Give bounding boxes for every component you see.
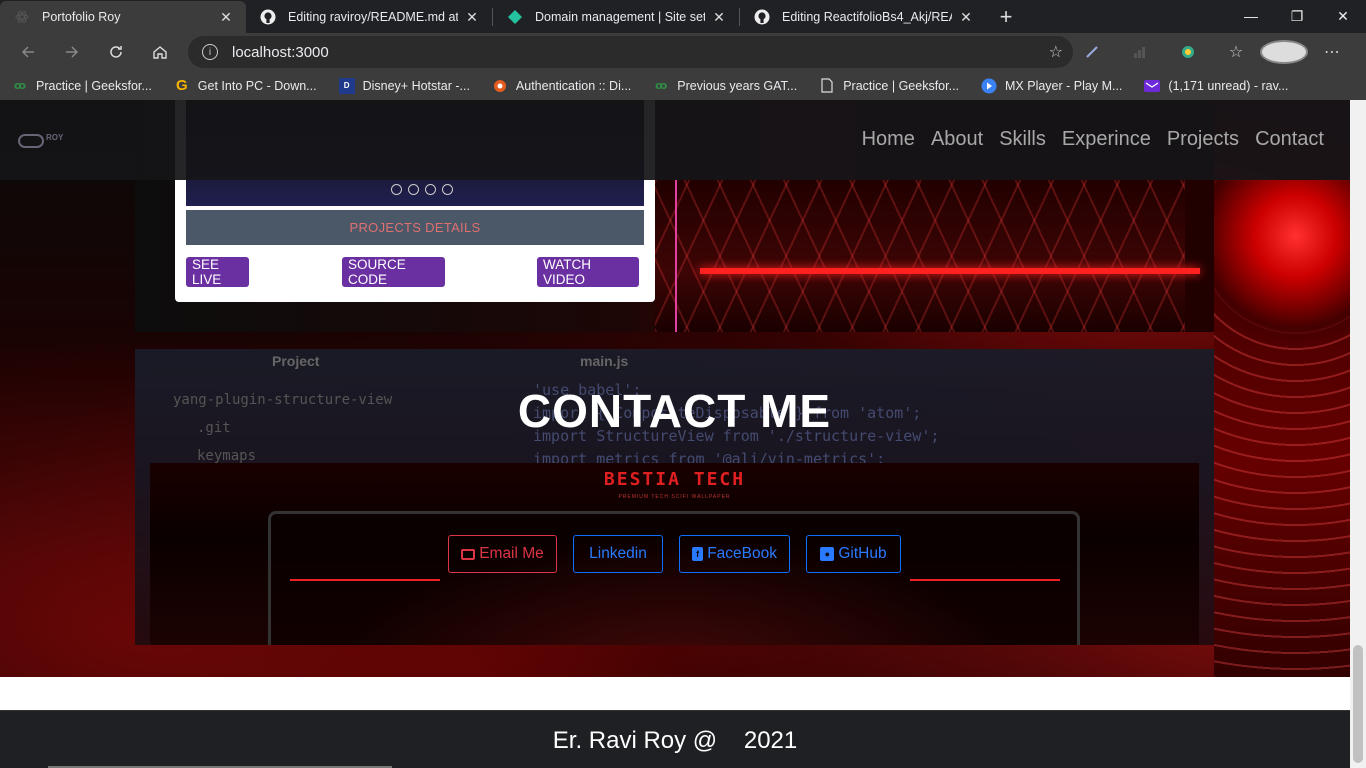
facebook-icon: f bbox=[692, 547, 704, 561]
web-page: PROJECTS DETAILS SEE LIVE SOURCE CODE WA… bbox=[0, 100, 1366, 768]
contact-section: Project main.js yang-plugin-structure-vi… bbox=[135, 349, 1214, 645]
getintopc-icon: G bbox=[175, 77, 188, 94]
mxplayer-icon bbox=[981, 78, 997, 94]
github-icon: ● bbox=[820, 547, 835, 561]
hotstar-icon: D bbox=[338, 77, 355, 94]
social-icons bbox=[391, 184, 453, 195]
bookmark-item[interactable]: (1,171 unread) - rav... bbox=[1144, 78, 1288, 94]
netlify-icon bbox=[507, 9, 523, 25]
home-icon bbox=[153, 46, 167, 59]
close-tab-icon[interactable]: ✕ bbox=[711, 9, 727, 26]
info-icon[interactable]: i bbox=[202, 44, 218, 60]
divider bbox=[290, 579, 440, 581]
reload-icon bbox=[110, 46, 122, 58]
contact-title: CONTACT ME bbox=[517, 385, 832, 437]
document-icon bbox=[819, 78, 835, 94]
bookmark-item[interactable]: ꝏ Practice | Geeksfor... bbox=[12, 78, 152, 94]
site-logo[interactable]: ROY bbox=[18, 132, 64, 150]
github-icon bbox=[754, 9, 770, 25]
nav-projects[interactable]: Projects bbox=[1167, 128, 1239, 151]
tab-title: Editing ReactifolioBs4_Akj/READ bbox=[782, 10, 952, 24]
bookmark-item[interactable]: Practice | Geeksfor... bbox=[819, 78, 959, 94]
home-button[interactable] bbox=[138, 33, 182, 71]
tab-title: Domain management | Site settin bbox=[535, 10, 705, 24]
nav-skills[interactable]: Skills bbox=[999, 128, 1046, 151]
window-controls: — ❐ ✕ bbox=[1228, 0, 1366, 32]
scrollbar-thumb[interactable] bbox=[1353, 645, 1363, 763]
nav-contact[interactable]: Contact bbox=[1255, 128, 1324, 151]
site-footer: Er. Ravi Roy @ 2021 bbox=[0, 710, 1350, 768]
nav-about[interactable]: About bbox=[931, 128, 983, 151]
see-live-button[interactable]: SEE LIVE bbox=[186, 257, 249, 287]
close-tab-icon[interactable]: ✕ bbox=[218, 9, 234, 26]
envelope-icon bbox=[461, 548, 476, 560]
github-button[interactable]: ● GitHub bbox=[806, 535, 901, 573]
bookmark-item[interactable]: Authentication :: Di... bbox=[492, 78, 631, 94]
tab-title: Portofolio Roy bbox=[42, 10, 121, 24]
pen-extension-icon[interactable] bbox=[1068, 44, 1116, 60]
nav-experience[interactable]: Experince bbox=[1062, 128, 1151, 151]
banner-tagline: PREMIUM TECH SCIFI WALLPAPER bbox=[618, 494, 731, 500]
github-icon bbox=[260, 9, 276, 25]
browser-toolbar: i localhost:3000 ☆ ☆ ⋯ bbox=[0, 33, 1366, 71]
background-artwork bbox=[1214, 180, 1350, 740]
arrow-left-icon bbox=[21, 46, 34, 58]
page-spacer bbox=[0, 677, 1366, 710]
contact-buttons: Email Me Linkedin f FaceBook ● GitHub bbox=[448, 535, 901, 573]
linkedin-button[interactable]: Linkedin bbox=[573, 535, 663, 573]
bookmark-item[interactable]: G Get Into PC - Down... bbox=[174, 77, 317, 94]
more-menu-icon[interactable]: ⋯ bbox=[1308, 42, 1356, 62]
project-card-image bbox=[655, 180, 1185, 332]
favorite-star-icon[interactable]: ☆ bbox=[1049, 42, 1063, 62]
geeksforgeeks-icon: ꝏ bbox=[13, 80, 27, 92]
close-tab-icon[interactable]: ✕ bbox=[464, 9, 480, 26]
gamepad-icon bbox=[18, 134, 44, 148]
tab-title: Editing raviroy/README.md at m bbox=[288, 10, 458, 24]
url-text: localhost:3000 bbox=[232, 43, 329, 61]
bookmark-item[interactable]: ꝏ Previous years GAT... bbox=[653, 78, 797, 94]
bars-extension-icon[interactable] bbox=[1116, 44, 1164, 60]
watch-video-button[interactable]: WATCH VIDEO bbox=[537, 257, 639, 287]
forward-button[interactable] bbox=[50, 33, 94, 71]
bookmark-item[interactable]: MX Player - Play M... bbox=[981, 78, 1122, 94]
restore-button[interactable]: ❐ bbox=[1274, 0, 1320, 32]
profile-avatar[interactable] bbox=[1260, 40, 1308, 64]
geeksforgeeks-icon: ꝏ bbox=[655, 80, 668, 92]
new-tab-button[interactable]: + bbox=[990, 1, 1022, 33]
email-me-button[interactable]: Email Me bbox=[448, 535, 557, 573]
back-button[interactable] bbox=[6, 33, 50, 71]
bookmarks-bar: ꝏ Practice | Geeksfor... G Get Into PC - D… bbox=[0, 71, 1366, 100]
browser-tab[interactable]: Domain management | Site settin ✕ bbox=[493, 1, 739, 33]
colorful-extension-icon[interactable] bbox=[1164, 44, 1212, 60]
favorites-icon[interactable]: ☆ bbox=[1212, 42, 1260, 62]
browser-tab[interactable]: Editing raviroy/README.md at m ✕ bbox=[246, 1, 492, 33]
project-details-bar[interactable]: PROJECTS DETAILS bbox=[186, 210, 644, 245]
browser-tab[interactable]: Portofolio Roy ✕ bbox=[0, 1, 246, 33]
nav-links: Home About Skills Experince Projects Con… bbox=[862, 128, 1324, 151]
react-icon bbox=[14, 9, 30, 25]
yahoo-mail-icon bbox=[1144, 78, 1161, 94]
arrow-right-icon bbox=[66, 46, 79, 58]
tab-strip: Portofolio Roy ✕ Editing raviroy/README.… bbox=[0, 0, 1366, 33]
bookmark-item[interactable]: D Disney+ Hotstar -... bbox=[338, 77, 470, 94]
footer-text: Er. Ravi Roy @ 2021 bbox=[552, 727, 798, 754]
nav-home[interactable]: Home bbox=[862, 128, 915, 151]
close-window-button[interactable]: ✕ bbox=[1320, 0, 1366, 32]
auth-icon bbox=[492, 78, 508, 94]
toolbar-extensions: ☆ ⋯ bbox=[1068, 33, 1356, 71]
banner-frame bbox=[268, 511, 1080, 645]
banner-brand: BESTIA TECH bbox=[603, 469, 746, 490]
site-navbar: ROY Home About Skills Experince Projects… bbox=[0, 100, 1366, 180]
close-tab-icon[interactable]: ✕ bbox=[958, 9, 974, 26]
divider bbox=[675, 180, 677, 332]
divider bbox=[910, 579, 1060, 581]
address-bar[interactable]: i localhost:3000 ☆ bbox=[188, 36, 1073, 68]
divider bbox=[700, 268, 1200, 274]
browser-tab[interactable]: Editing ReactifolioBs4_Akj/READ ✕ bbox=[740, 1, 986, 33]
facebook-button[interactable]: f FaceBook bbox=[679, 535, 790, 573]
source-code-button[interactable]: SOURCE CODE bbox=[342, 257, 445, 287]
reload-button[interactable] bbox=[94, 33, 138, 71]
page-scrollbar[interactable] bbox=[1350, 100, 1366, 768]
minimize-button[interactable]: — bbox=[1228, 0, 1274, 32]
